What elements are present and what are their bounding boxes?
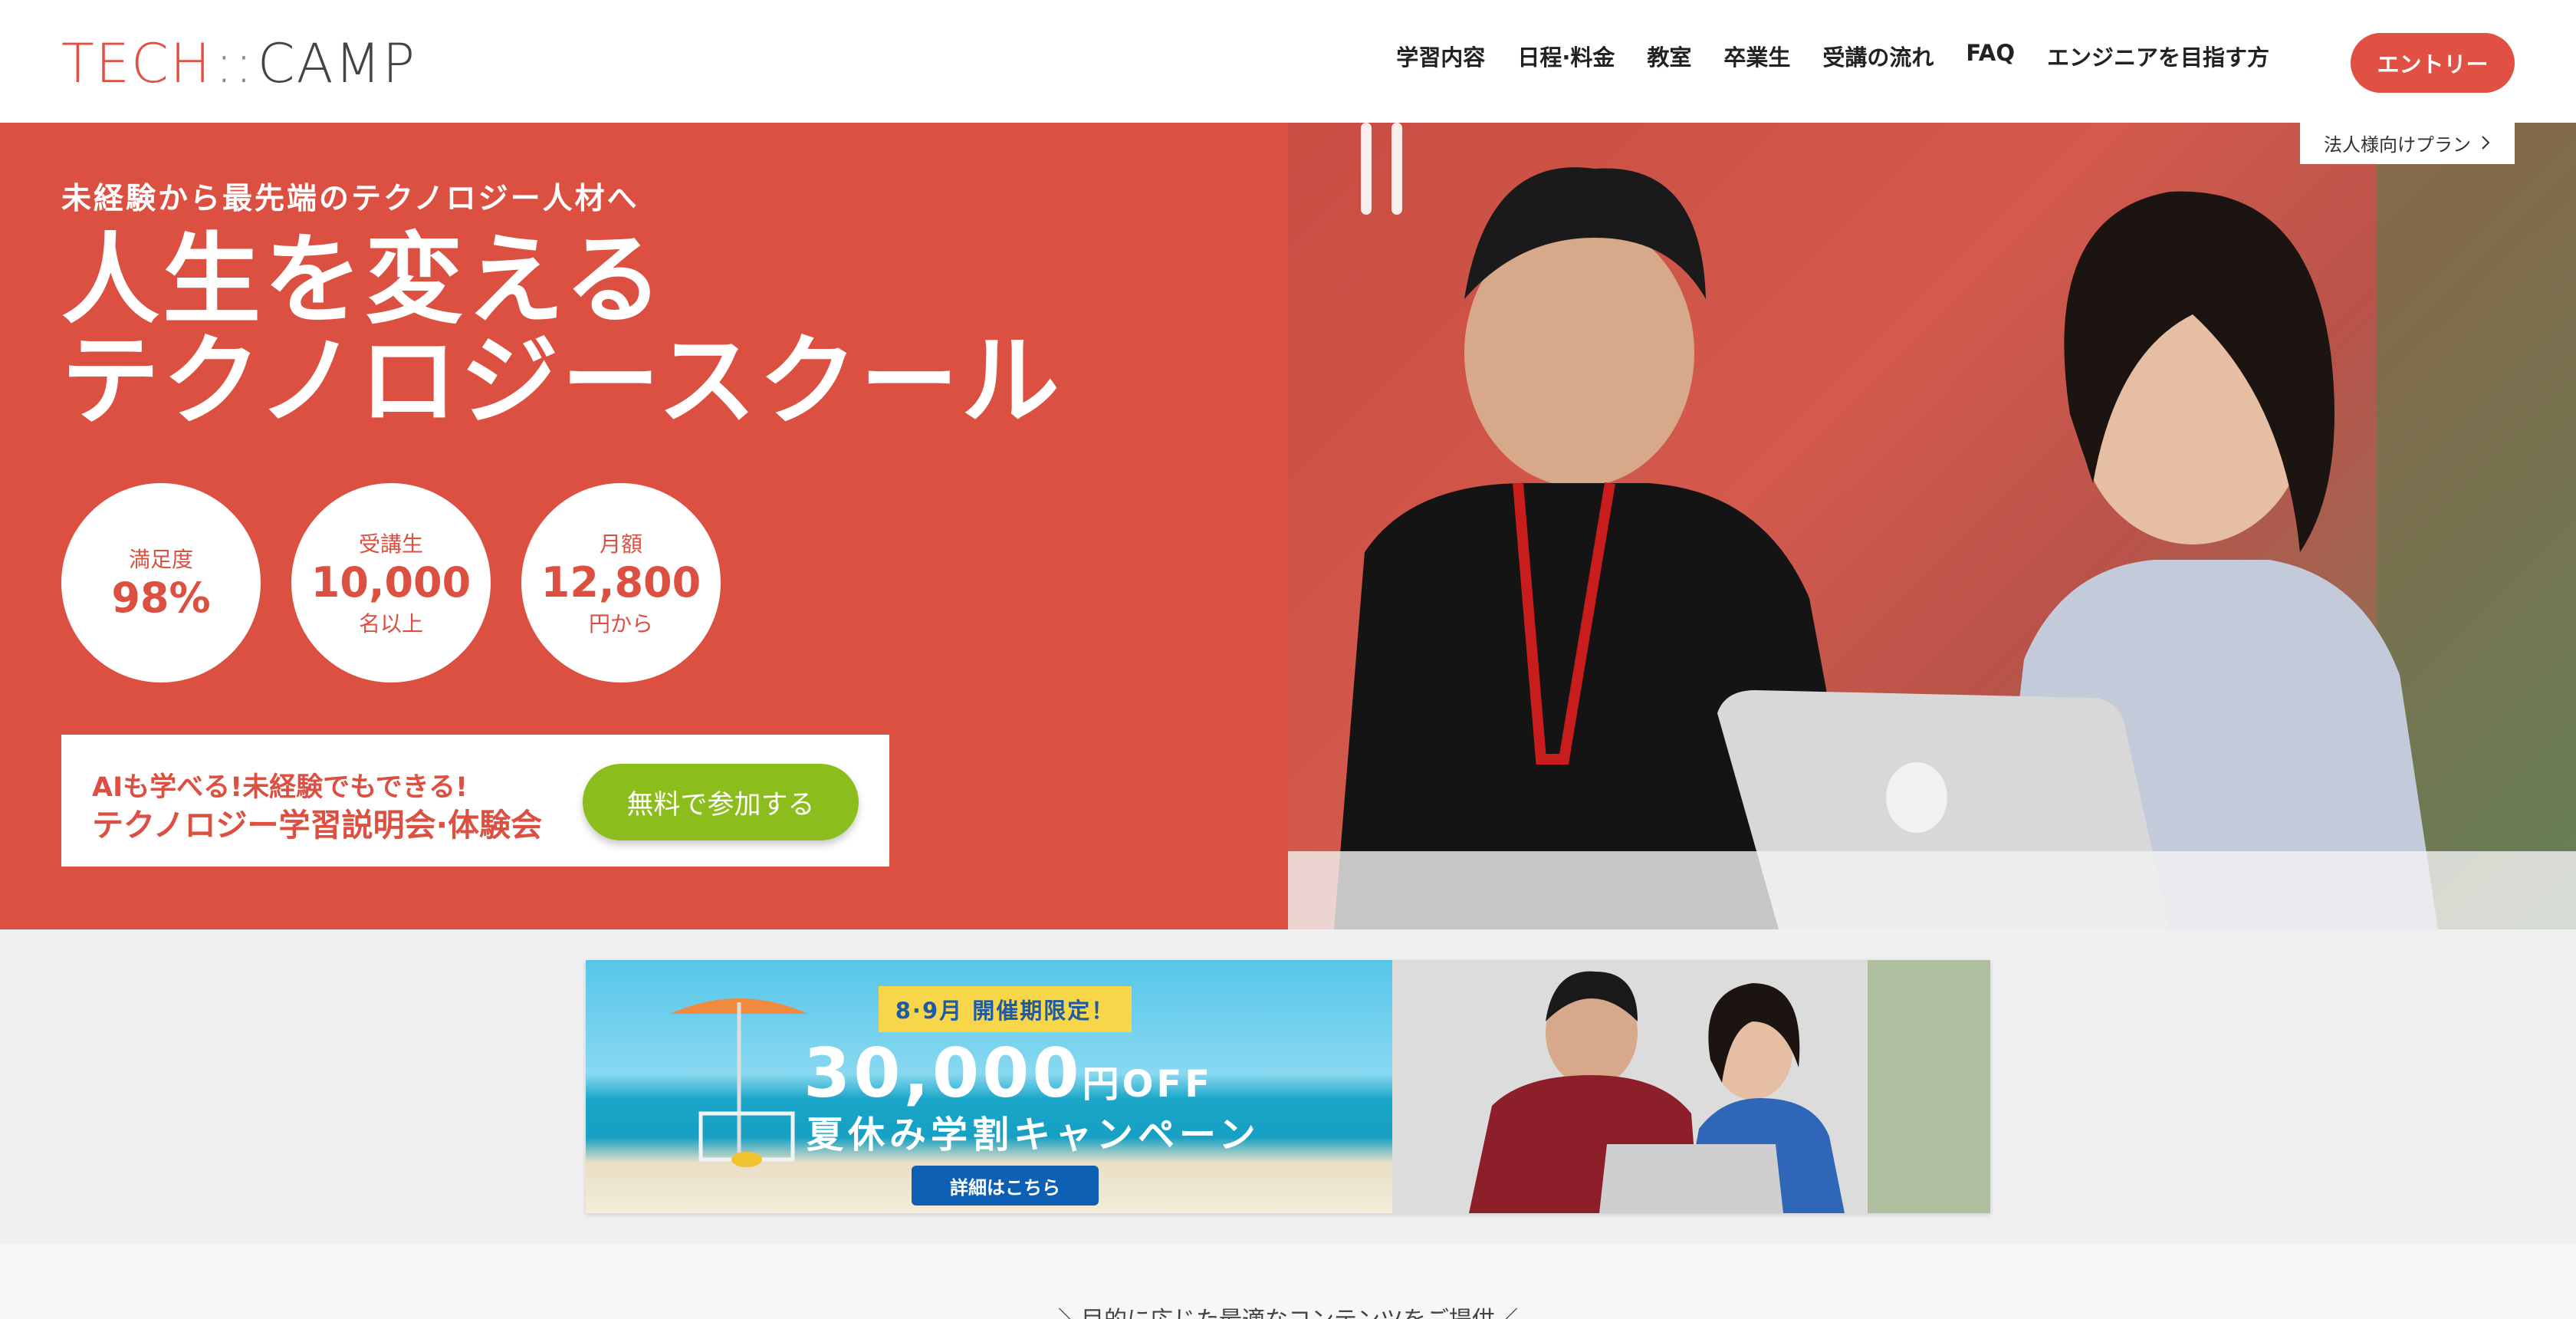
entry-button[interactable]: エントリー xyxy=(2351,33,2515,93)
stat-sub: 名以上 xyxy=(358,611,423,636)
hero-title: 人生を変える テクノロジースクール xyxy=(61,230,1063,433)
stat-label: 月額 xyxy=(599,531,642,557)
promo-amount-value: 30,000 xyxy=(803,1034,1083,1113)
section-heading: ＼目的に応じた最適なコンテンツをご提供／ xyxy=(1058,1301,1518,1319)
banner-photo xyxy=(1392,960,1990,1213)
hero-title-line1: 人生を変える xyxy=(61,223,666,337)
logo-separator: :: xyxy=(215,32,255,95)
stat-students: 受講生 10,000 名以上 xyxy=(291,483,491,683)
nav-engineer[interactable]: エンジニアを目指す方 xyxy=(2047,40,2269,72)
main-nav: 学習内容 日程·料金 教室 卒業生 受講の流れ FAQ エンジニアを目指す方 xyxy=(1396,40,2269,72)
nav-classroom[interactable]: 教室 xyxy=(1647,40,1691,72)
hero-photo-illustration xyxy=(1288,123,2576,929)
campaign-banner[interactable]: 8·9月 開催期限定！ 30,000円OFF 夏休み学割キャンペーン 詳細はこち… xyxy=(586,960,1990,1213)
stat-monthly-price: 月額 12,800 円から xyxy=(521,483,721,683)
promo-details-button[interactable]: 詳細はこちら xyxy=(912,1166,1099,1206)
corporate-plan-link[interactable]: 法人様向けプラン xyxy=(2300,121,2515,164)
join-free-button[interactable]: 無料で参加する xyxy=(583,764,859,840)
stat-value: 12,800 xyxy=(540,558,702,607)
stat-value: 98% xyxy=(111,574,211,622)
corporate-plan-label: 法人様向けプラン xyxy=(2324,133,2471,156)
techcamp-logo[interactable]: TECH :: CAMP xyxy=(61,32,416,95)
logo-camp: CAMP xyxy=(257,32,417,95)
hero-photo xyxy=(1288,123,2576,929)
hero-tagline: 未経験から最先端のテクノロジー人材へ xyxy=(61,182,639,216)
students-photo-illustration xyxy=(1392,960,1990,1213)
stat-label: 受講生 xyxy=(358,531,423,557)
stat-sub: 円から xyxy=(588,611,653,636)
nav-schedule-price[interactable]: 日程·料金 xyxy=(1517,40,1615,72)
stat-satisfaction: 満足度 98% xyxy=(61,483,261,683)
promo-amount: 30,000円OFF xyxy=(803,1034,1213,1113)
nav-curriculum[interactable]: 学習内容 xyxy=(1396,40,1485,72)
site-header: TECH :: CAMP 学習内容 日程·料金 教室 卒業生 受講の流れ FAQ… xyxy=(0,0,2576,123)
nav-graduates[interactable]: 卒業生 xyxy=(1723,40,1790,72)
seminar-cta-box: AIも学べる!未経験でもできる! テクノロジー学習説明会·体験会 無料で参加する xyxy=(61,735,889,867)
banner-beach: 8·9月 開催期限定！ 30,000円OFF 夏休み学割キャンペーン 詳細はこち… xyxy=(586,960,1392,1213)
promo-amount-unit: 円OFF xyxy=(1082,1063,1213,1106)
stat-value: 10,000 xyxy=(310,558,472,607)
logo-tech: TECH xyxy=(61,32,212,95)
stat-label: 満足度 xyxy=(128,547,193,572)
nav-faq[interactable]: FAQ xyxy=(1966,40,2015,72)
promo-period-badge: 8·9月 開催期限定！ xyxy=(879,986,1132,1032)
nav-flow[interactable]: 受講の流れ xyxy=(1822,40,1934,72)
promo-title: 夏休み学割キャンペーン xyxy=(807,1113,1260,1156)
cta-title: テクノロジー学習説明会·体験会 xyxy=(92,807,543,844)
hero-title-line2: テクノロジースクール xyxy=(61,324,1063,439)
chevron-right-icon xyxy=(2480,135,2491,150)
